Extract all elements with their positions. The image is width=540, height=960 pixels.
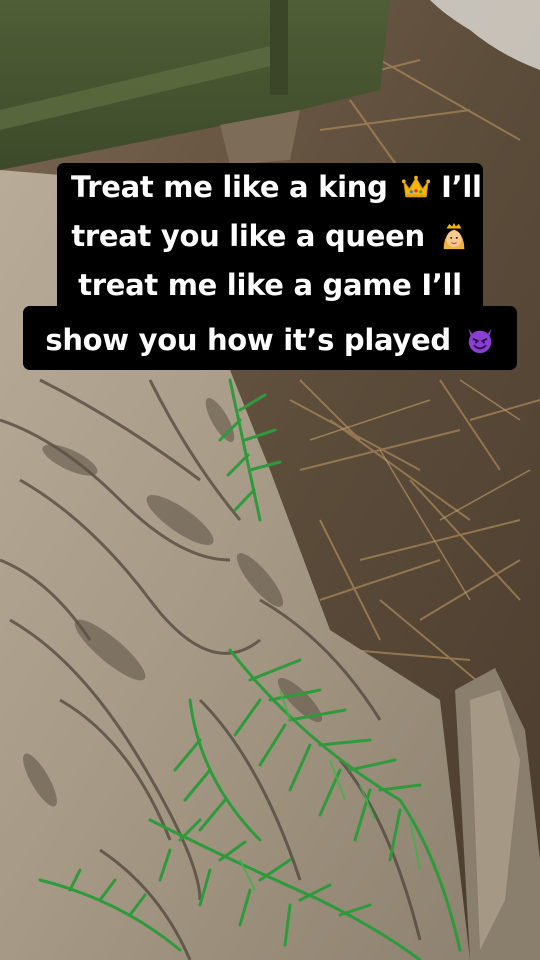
photo-background	[0, 0, 540, 960]
photo-scene	[0, 0, 540, 960]
